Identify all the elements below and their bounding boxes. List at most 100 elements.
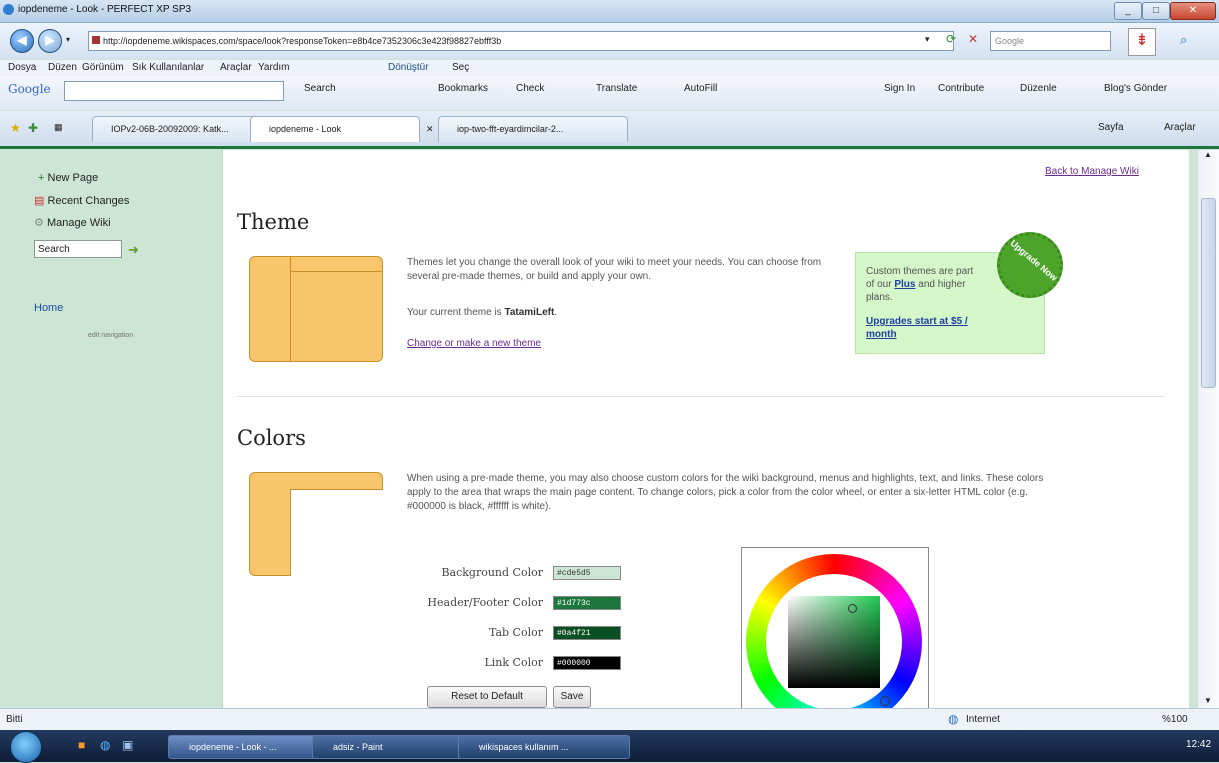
- close-tab-icon[interactable]: ✕: [426, 124, 434, 135]
- sidebar-item-label: Recent Changes: [47, 195, 130, 207]
- minimize-button[interactable]: _: [1114, 2, 1142, 20]
- security-zone: Internet: [966, 714, 1000, 725]
- change-theme-link[interactable]: Change or make a new theme: [407, 338, 541, 349]
- back-button[interactable]: ◀: [10, 29, 34, 53]
- theme-heading: Theme: [237, 210, 310, 234]
- select-button[interactable]: Seç: [452, 62, 469, 73]
- sidebar-item-label: New Page: [47, 172, 99, 184]
- history-dropdown-icon[interactable]: ▾: [66, 35, 70, 44]
- status-bar: Bitti ◍ Internet %100: [0, 708, 1219, 731]
- background-color-input[interactable]: #cde5d5: [553, 566, 621, 580]
- color-wheel-picker[interactable]: [741, 547, 929, 710]
- link-color-label: Link Color: [484, 656, 543, 669]
- tab-iopdeneme-look[interactable]: iopdeneme - Look: [250, 116, 420, 142]
- maximize-button[interactable]: □: [1142, 2, 1170, 20]
- back-to-manage-wiki-link[interactable]: Back to Manage Wiki: [1045, 166, 1139, 177]
- search-button[interactable]: Search: [304, 83, 336, 94]
- link-color-input[interactable]: #000000: [553, 656, 621, 670]
- quick-launch-ie-icon[interactable]: ◍: [100, 738, 110, 752]
- blog-send-button[interactable]: Blog's Gönder: [1104, 83, 1167, 94]
- tools-menu-button[interactable]: Araçlar: [1164, 122, 1196, 133]
- colors-heading: Colors: [237, 426, 306, 450]
- taskbar-button-wikispaces[interactable]: wikispaces kullanım ...: [458, 735, 630, 759]
- windows-taskbar: ■ ◍ ▣ iopdeneme - Look - ... adsiz - Pai…: [0, 730, 1219, 763]
- main-content: Back to Manage Wiki Theme Themes let you…: [222, 150, 1189, 710]
- edit-button[interactable]: Düzenle: [1020, 83, 1057, 94]
- search-input[interactable]: Google: [990, 31, 1111, 51]
- menu-duzen[interactable]: Düzen: [48, 62, 77, 73]
- menu-bar: Dosya Düzen Görünüm Sık Kullanılanlar Ar…: [0, 60, 1219, 76]
- autofill-button[interactable]: AutoFill: [684, 83, 717, 94]
- sidebar-item-label: Manage Wiki: [46, 217, 111, 229]
- edit-navigation-link[interactable]: edit navigation: [88, 332, 133, 339]
- scroll-up-icon[interactable]: ▲: [1204, 150, 1212, 159]
- status-text: Bitti: [6, 714, 23, 725]
- scroll-thumb[interactable]: [1201, 198, 1216, 388]
- taskbar-button-ie[interactable]: iopdeneme - Look - ...: [168, 735, 320, 759]
- address-dropdown-icon[interactable]: ▾: [925, 34, 930, 45]
- globe-icon: ◍: [948, 712, 959, 726]
- sidebar-item-new-page[interactable]: + New Page: [38, 172, 98, 184]
- convert-button[interactable]: Dönüştür: [388, 62, 429, 73]
- ie-icon: [3, 4, 14, 15]
- sidebar-search-input[interactable]: Search: [34, 240, 122, 258]
- gear-icon: ⚙: [34, 217, 44, 229]
- sidebar-item-recent-changes[interactable]: ▤ Recent Changes: [34, 194, 129, 207]
- menu-yardim[interactable]: Yardım: [258, 62, 290, 73]
- bookmarks-button[interactable]: Bookmarks: [438, 83, 488, 94]
- start-button[interactable]: [10, 731, 42, 763]
- theme-preview-header: [290, 271, 382, 272]
- quick-launch-desktop-icon[interactable]: ▣: [122, 738, 133, 752]
- hue-marker[interactable]: [880, 696, 890, 706]
- background-color-label: Background Color: [441, 566, 543, 579]
- system-clock: 12:42: [1186, 739, 1212, 750]
- tab-iopv2[interactable]: IOPv2-06B-20092009: Katk...: [92, 116, 262, 142]
- colors-preview-image: [249, 472, 383, 576]
- tab-iop-two[interactable]: iop-two-fft-eyardimcilar-2...: [438, 116, 628, 142]
- translate-button[interactable]: Translate: [596, 83, 637, 94]
- reset-to-default-button[interactable]: Reset to Default: [427, 686, 547, 708]
- search-go-icon[interactable]: ➜: [128, 242, 139, 258]
- plus-plan-link[interactable]: Plus: [894, 279, 915, 290]
- scroll-down-icon[interactable]: ▼: [1204, 696, 1212, 705]
- favorites-star-icon[interactable]: ★: [10, 121, 21, 135]
- theme-preview-divider: [290, 257, 291, 361]
- sidebar-home-link[interactable]: Home: [34, 302, 63, 314]
- check-button[interactable]: Check: [516, 83, 544, 94]
- google-toolbar: Google Search Bookmarks Check Translate …: [0, 76, 1219, 110]
- current-theme-suffix: .: [554, 307, 558, 318]
- menu-gorunum[interactable]: Görünüm: [82, 62, 124, 73]
- taskbar-button-paint[interactable]: adsiz - Paint: [312, 735, 464, 759]
- add-favorites-icon[interactable]: ✚: [28, 121, 38, 135]
- quick-launch-icon[interactable]: ■: [78, 738, 85, 752]
- vertical-scrollbar[interactable]: ▲ ▼: [1197, 150, 1219, 708]
- tab-bar: ★ ✚ ▦ IOPv2-06B-20092009: Katk... iopden…: [0, 111, 1219, 149]
- save-button[interactable]: Save: [553, 686, 591, 708]
- tab-color-input[interactable]: #0a4f21: [553, 626, 621, 640]
- new-page-icon: +: [38, 172, 45, 184]
- address-bar[interactable]: http://iopdeneme.wikispaces.com/space/lo…: [88, 31, 954, 51]
- colors-description: When using a pre-made theme, you may als…: [407, 473, 1044, 512]
- page-menu-button[interactable]: Sayfa: [1098, 122, 1124, 133]
- sidebar-item-manage-wiki[interactable]: ⚙ Manage Wiki: [34, 216, 111, 229]
- search-icon[interactable]: ⌕: [1180, 32, 1187, 48]
- saturation-square[interactable]: [788, 596, 880, 688]
- forward-button[interactable]: ▶: [38, 29, 62, 53]
- menu-dosya[interactable]: Dosya: [8, 62, 36, 73]
- menu-favorites[interactable]: Sık Kullanılanlar: [132, 62, 204, 73]
- google-search-input[interactable]: [64, 81, 284, 101]
- refresh-icon[interactable]: ⟳: [946, 32, 956, 46]
- upgrades-pricing-link[interactable]: Upgrades start at $5 / month: [866, 315, 996, 341]
- menu-araclar[interactable]: Araçlar: [220, 62, 252, 73]
- zoom-level[interactable]: %100: [1162, 714, 1188, 725]
- quick-tabs-icon[interactable]: ▦: [54, 122, 63, 133]
- close-button[interactable]: ✕: [1170, 2, 1216, 20]
- download-icon[interactable]: ⇟: [1128, 28, 1156, 56]
- section-divider: [237, 396, 1165, 397]
- header-footer-color-input[interactable]: #1d773c: [553, 596, 621, 610]
- sign-in-button[interactable]: Sign In: [884, 83, 915, 94]
- stop-icon[interactable]: ✕: [968, 32, 978, 46]
- google-logo: Google: [8, 82, 51, 96]
- contribute-button[interactable]: Contribute: [938, 83, 984, 94]
- color-picker-marker[interactable]: [848, 604, 857, 613]
